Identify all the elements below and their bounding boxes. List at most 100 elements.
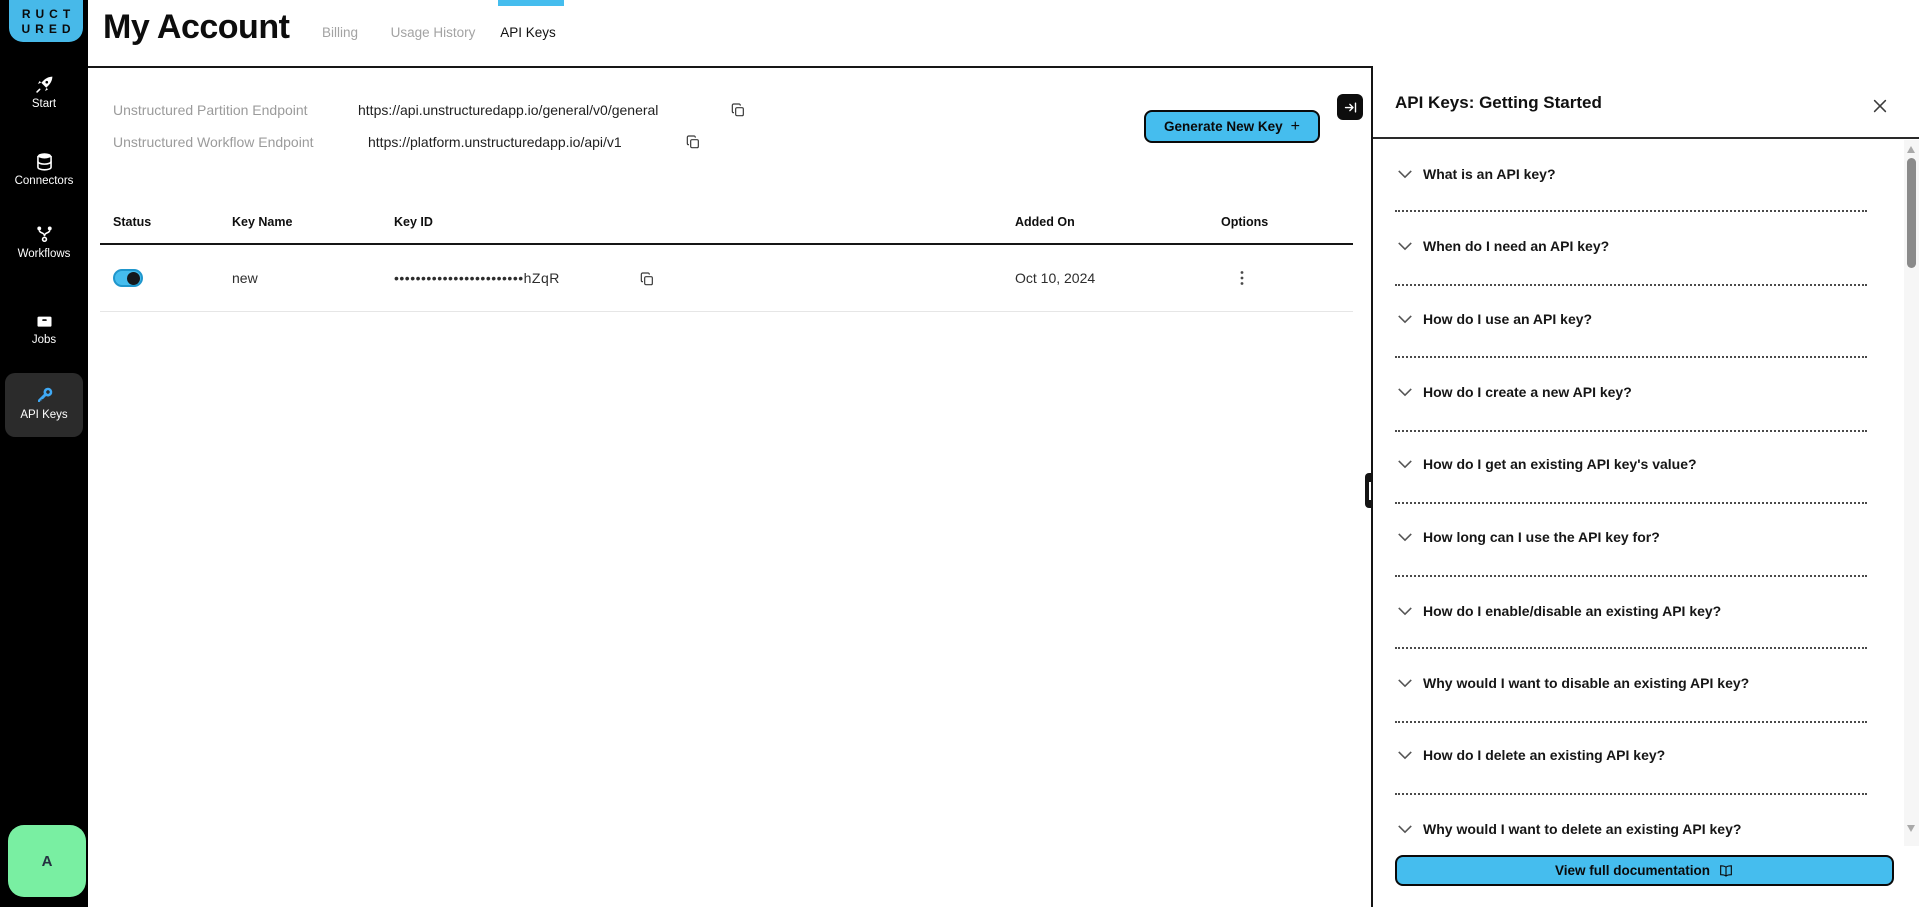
sidebar-item-api-keys[interactable]: API Keys xyxy=(0,385,88,422)
copy-icon[interactable] xyxy=(639,271,655,287)
unstructured-logo[interactable]: RUCT URED xyxy=(9,0,83,42)
chevron-down-icon xyxy=(1397,750,1413,761)
faq-question: Why would I want to disable an existing … xyxy=(1423,675,1749,691)
sidebar-item-label: Connectors xyxy=(15,175,74,188)
chevron-down-icon xyxy=(1397,606,1413,617)
faq-item[interactable]: How do I enable/disable an existing API … xyxy=(1397,601,1721,621)
copy-icon[interactable] xyxy=(730,102,746,118)
chevron-down-icon xyxy=(1397,459,1413,470)
arrow-to-bar-icon xyxy=(1343,100,1358,115)
faq-item[interactable]: Why would I want to delete an existing A… xyxy=(1397,819,1741,839)
col-header-added-on: Added On xyxy=(1015,215,1075,229)
dotted-divider xyxy=(1395,284,1867,286)
collapse-panel-button[interactable] xyxy=(1337,94,1363,120)
faq-item[interactable]: How long can I use the API key for? xyxy=(1397,527,1660,547)
branch-icon xyxy=(34,224,55,245)
faq-question: How do I get an existing API key's value… xyxy=(1423,456,1697,472)
plus-icon: + xyxy=(1291,120,1300,134)
header-divider xyxy=(88,66,1371,68)
sidebar-item-label: API Keys xyxy=(20,409,67,422)
tab-api-keys[interactable]: API Keys xyxy=(500,25,556,40)
key-id-cell: ••••••••••••••••••••••••hZqR xyxy=(394,270,560,286)
help-panel: API Keys: Getting Started What is an API… xyxy=(1373,0,1919,907)
dotted-divider xyxy=(1395,502,1867,504)
faq-question: What is an API key? xyxy=(1423,166,1556,182)
kebab-menu-icon xyxy=(1234,268,1250,288)
chevron-down-icon xyxy=(1397,314,1413,325)
faq-item[interactable]: How do I create a new API key? xyxy=(1397,382,1632,402)
sidebar-item-label: Workflows xyxy=(18,248,71,261)
faq-question: When do I need an API key? xyxy=(1423,238,1609,254)
copy-icon[interactable] xyxy=(685,134,701,150)
tab-billing[interactable]: Billing xyxy=(322,25,358,40)
app-window: RUCT URED Start Con xyxy=(0,0,1919,907)
generate-new-key-button[interactable]: Generate New Key + xyxy=(1144,110,1320,143)
view-full-documentation-button[interactable]: View full documentation xyxy=(1395,855,1894,886)
tray-icon xyxy=(34,310,55,331)
dotted-divider xyxy=(1395,356,1867,358)
panel-title-divider xyxy=(1373,137,1919,139)
faq-item[interactable]: How do I use an API key? xyxy=(1397,309,1592,329)
col-header-options: Options xyxy=(1221,215,1268,229)
generate-new-key-label: Generate New Key xyxy=(1164,119,1283,134)
key-icon xyxy=(34,385,55,406)
table-header-divider xyxy=(100,243,1353,245)
key-name-cell: new xyxy=(232,270,258,286)
chevron-down-icon xyxy=(1397,678,1413,689)
user-avatar[interactable]: A xyxy=(8,825,86,897)
sidebar-item-label: Start xyxy=(32,98,56,111)
faq-question: How do I use an API key? xyxy=(1423,311,1592,327)
faq-item[interactable]: How do I delete an existing API key? xyxy=(1397,745,1665,765)
faq-question: How do I enable/disable an existing API … xyxy=(1423,603,1721,619)
page-title: My Account xyxy=(103,8,289,47)
row-divider xyxy=(100,311,1353,312)
help-panel-title: API Keys: Getting Started xyxy=(1395,93,1602,113)
status-toggle[interactable] xyxy=(113,269,143,287)
dotted-divider xyxy=(1395,647,1867,649)
sidebar-item-jobs[interactable]: Jobs xyxy=(0,310,88,347)
chevron-down-icon xyxy=(1397,387,1413,398)
dotted-divider xyxy=(1395,210,1867,212)
main-content: My Account Billing Usage History API Key… xyxy=(88,0,1371,907)
sidebar-item-connectors[interactable]: Connectors xyxy=(0,151,88,188)
tab-usage-history[interactable]: Usage History xyxy=(391,25,476,40)
panel-scrollbar[interactable] xyxy=(1904,140,1919,846)
row-options-button[interactable] xyxy=(1234,268,1250,288)
faq-question: How long can I use the API key for? xyxy=(1423,529,1660,545)
chevron-down-icon xyxy=(1397,169,1413,180)
sidebar-item-start[interactable]: Start xyxy=(0,74,88,111)
logo-text-line1: RUCT xyxy=(22,8,75,20)
partition-endpoint-label: Unstructured Partition Endpoint xyxy=(113,102,308,118)
faq-question: How do I create a new API key? xyxy=(1423,384,1632,400)
col-header-key-id: Key ID xyxy=(394,215,433,229)
sidebar-item-label: Jobs xyxy=(32,334,56,347)
added-on-cell: Oct 10, 2024 xyxy=(1015,270,1095,286)
sidebar-item-workflows[interactable]: Workflows xyxy=(0,224,88,261)
chevron-down-icon xyxy=(1397,241,1413,252)
dotted-divider xyxy=(1395,793,1867,795)
dotted-divider xyxy=(1395,430,1867,432)
col-header-status: Status xyxy=(113,215,151,229)
scroll-up-arrow[interactable] xyxy=(1907,146,1915,153)
database-icon xyxy=(34,151,55,172)
faq-item[interactable]: Why would I want to disable an existing … xyxy=(1397,673,1749,693)
faq-item[interactable]: What is an API key? xyxy=(1397,164,1556,184)
faq-question: Why would I want to delete an existing A… xyxy=(1423,821,1741,837)
doc-button-label: View full documentation xyxy=(1555,863,1710,878)
sidebar: RUCT URED Start Con xyxy=(0,0,88,907)
chevron-down-icon xyxy=(1397,532,1413,543)
close-icon[interactable] xyxy=(1871,97,1889,115)
faq-item[interactable]: How do I get an existing API key's value… xyxy=(1397,454,1697,474)
avatar-letter: A xyxy=(42,853,53,870)
toggle-knob xyxy=(127,272,140,285)
dotted-divider xyxy=(1395,575,1867,577)
dotted-divider xyxy=(1395,721,1867,723)
faq-question: How do I delete an existing API key? xyxy=(1423,747,1665,763)
col-header-key-name: Key Name xyxy=(232,215,292,229)
faq-item[interactable]: When do I need an API key? xyxy=(1397,236,1609,256)
logo-text-line2: URED xyxy=(21,23,75,35)
scroll-thumb[interactable] xyxy=(1907,158,1916,268)
chevron-down-icon xyxy=(1397,824,1413,835)
scroll-down-arrow[interactable] xyxy=(1907,825,1915,832)
open-book-icon xyxy=(1718,863,1734,879)
